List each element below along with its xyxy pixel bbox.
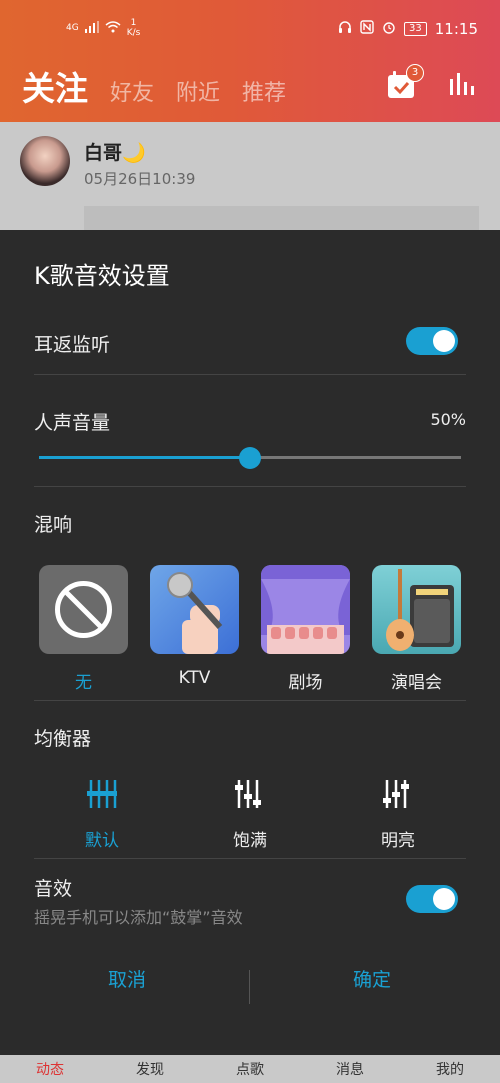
vocal-volume-label: 人声音量 bbox=[34, 412, 111, 434]
divider bbox=[34, 374, 466, 375]
divider bbox=[34, 700, 466, 701]
network-label: 4G bbox=[66, 23, 79, 33]
eq-default-option[interactable] bbox=[72, 778, 132, 814]
ear-monitor-label: 耳返监听 bbox=[34, 334, 111, 356]
nfc-icon bbox=[360, 20, 374, 38]
button-divider bbox=[249, 970, 250, 1004]
calendar-badge: 3 bbox=[406, 64, 424, 82]
calendar-check-icon[interactable]: 3 bbox=[386, 64, 424, 100]
equalizer-sliders-icon bbox=[383, 780, 409, 808]
nav-song-request[interactable]: 点歌 bbox=[236, 1059, 264, 1079]
slider-fill bbox=[39, 456, 250, 459]
eq-default-label: 默认 bbox=[85, 831, 119, 851]
reverb-none-tile[interactable] bbox=[39, 565, 128, 654]
post-content-placeholder bbox=[84, 206, 479, 230]
net-speed-value: 1 bbox=[130, 18, 137, 28]
reverb-theater-label: 剧场 bbox=[288, 673, 323, 693]
eq-bright-option[interactable] bbox=[368, 778, 428, 814]
status-right: 33 11:15 bbox=[338, 20, 478, 38]
top-tabs: 关注 好友 附近 推荐 bbox=[22, 62, 286, 110]
cancel-button[interactable]: 取消 bbox=[27, 965, 227, 992]
sound-effect-toggle[interactable] bbox=[406, 885, 458, 913]
karaoke-effects-sheet: K歌音效设置 耳返监听 人声音量 50% 混响 无 KTV 剧场 演唱会 均衡器… bbox=[0, 230, 500, 1055]
signal-icon bbox=[84, 20, 99, 36]
ear-monitor-toggle[interactable] bbox=[406, 327, 458, 355]
clock: 11:15 bbox=[434, 20, 478, 38]
toggle-knob bbox=[433, 888, 455, 910]
nav-feed[interactable]: 动态 bbox=[36, 1059, 64, 1079]
theater-stage-icon bbox=[261, 565, 350, 654]
bar-chart-icon[interactable] bbox=[448, 71, 476, 99]
reverb-ktv-tile[interactable] bbox=[150, 565, 239, 654]
status-bar: 4G 1 K/s 33 11:15 bbox=[0, 0, 500, 50]
eq-full-option[interactable] bbox=[220, 778, 280, 814]
top-header: 4G 1 K/s 33 11:15 关注 好友 附近 推荐 3 bbox=[0, 0, 500, 122]
divider bbox=[34, 858, 466, 859]
eq-bright-label: 明亮 bbox=[381, 831, 415, 851]
headphone-icon bbox=[338, 20, 352, 38]
vocal-volume-value: 50% bbox=[430, 410, 466, 429]
slider-thumb[interactable] bbox=[239, 447, 261, 469]
battery-indicator: 33 bbox=[404, 22, 427, 36]
tab-recommend[interactable]: 推荐 bbox=[242, 75, 286, 107]
equalizer-sliders-icon bbox=[87, 780, 117, 808]
guitar-amp-icon bbox=[386, 569, 454, 651]
status-left: 4G 1 K/s bbox=[66, 18, 140, 38]
tab-nearby[interactable]: 附近 bbox=[176, 75, 220, 107]
microphone-icon bbox=[167, 572, 223, 654]
eq-full-label: 饱满 bbox=[233, 831, 267, 851]
header-actions: 3 bbox=[386, 64, 476, 100]
tab-follow[interactable]: 关注 bbox=[22, 62, 88, 110]
reverb-ktv-label: KTV bbox=[178, 668, 211, 688]
sound-effect-description: 摇晃手机可以添加“鼓掌”音效 bbox=[34, 908, 243, 927]
reverb-theater-tile[interactable] bbox=[261, 565, 350, 654]
reverb-concert-tile[interactable] bbox=[372, 565, 461, 654]
avatar[interactable] bbox=[20, 136, 70, 186]
reverb-label: 混响 bbox=[34, 514, 73, 536]
wifi-icon bbox=[105, 20, 121, 36]
vocal-volume-slider[interactable] bbox=[39, 447, 461, 469]
post-time: 05月26日10:39 bbox=[84, 170, 196, 188]
sound-effect-label: 音效 bbox=[34, 878, 73, 900]
nav-discover[interactable]: 发现 bbox=[136, 1059, 164, 1079]
confirm-button[interactable]: 确定 bbox=[272, 965, 472, 992]
tab-friends[interactable]: 好友 bbox=[110, 75, 154, 107]
alarm-icon bbox=[382, 20, 396, 38]
nav-messages[interactable]: 消息 bbox=[336, 1059, 364, 1079]
prohibit-icon bbox=[55, 581, 112, 638]
sheet-title: K歌音效设置 bbox=[34, 262, 170, 290]
equalizer-label: 均衡器 bbox=[34, 728, 92, 750]
feed-post: 白哥🌙 05月26日10:39 bbox=[0, 122, 500, 230]
reverb-concert-label: 演唱会 bbox=[391, 673, 442, 693]
nav-me[interactable]: 我的 bbox=[436, 1059, 464, 1079]
equalizer-sliders-icon bbox=[235, 780, 261, 808]
net-speed: 1 K/s bbox=[127, 18, 141, 38]
post-author[interactable]: 白哥🌙 bbox=[84, 138, 146, 165]
net-speed-unit: K/s bbox=[126, 28, 141, 38]
toggle-knob bbox=[433, 330, 455, 352]
bottom-nav: 动态 发现 点歌 消息 我的 bbox=[0, 1055, 500, 1083]
reverb-none-label: 无 bbox=[75, 673, 92, 693]
divider bbox=[34, 486, 466, 487]
